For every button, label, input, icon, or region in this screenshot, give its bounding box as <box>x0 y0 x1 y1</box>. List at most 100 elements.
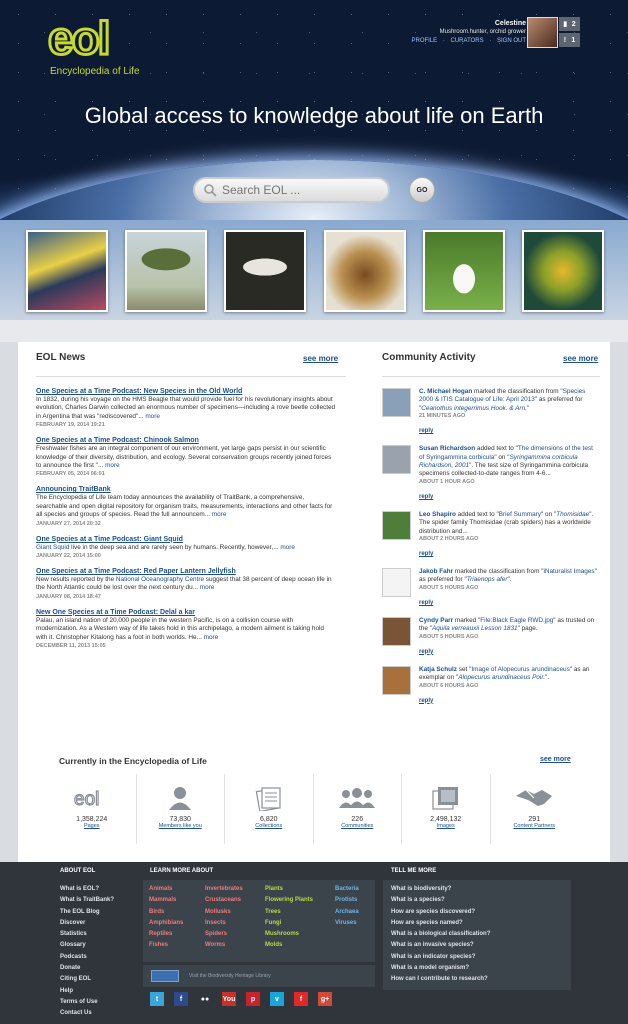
learn-link[interactable]: Birds <box>149 907 183 918</box>
learn-link[interactable]: Protists <box>335 895 359 906</box>
learn-link[interactable]: Plants <box>265 884 313 895</box>
user-name[interactable]: Celestine <box>495 20 526 27</box>
learn-link[interactable]: Bacteria <box>335 884 359 895</box>
learn-link[interactable]: Insects <box>205 918 243 929</box>
news-more-link[interactable]: more <box>145 413 160 420</box>
tell-link[interactable]: What is a model organism? <box>391 963 490 974</box>
news-item-title[interactable]: One Species at a Time Podcast: New Speci… <box>36 388 336 395</box>
activity-user-link[interactable]: Jakob Fahr <box>419 568 453 575</box>
learn-link[interactable]: Fishes <box>149 940 183 951</box>
learn-link[interactable]: Worms <box>205 940 243 951</box>
tell-link[interactable]: How are species named? <box>391 918 490 929</box>
activity-link[interactable]: Thomisidae <box>556 511 589 518</box>
activity-link[interactable]: Alopecurus arundinaceus Poir. <box>458 674 545 681</box>
reply-link[interactable]: reply <box>419 551 433 557</box>
reply-link[interactable]: reply <box>419 428 433 434</box>
activity-user-link[interactable]: C. Michael Hogan <box>419 388 472 395</box>
profile-link[interactable]: PROFILE <box>411 38 437 44</box>
twitter-icon[interactable]: t <box>150 992 164 1006</box>
news-item-title[interactable]: New One Species at a Time Podcast: Delal… <box>36 609 336 616</box>
pinterest-icon[interactable]: p <box>246 992 260 1006</box>
googleplus-icon[interactable]: g+ <box>318 992 332 1006</box>
learn-link[interactable]: Flowering Plants <box>265 895 313 906</box>
news-more-link[interactable]: more <box>204 634 219 641</box>
youtube-icon[interactable]: You <box>222 992 236 1006</box>
activity-link[interactable]: Aquila verreauxii Lesson 1831 <box>432 625 518 632</box>
activity-avatar[interactable] <box>382 445 411 475</box>
news-more-link[interactable]: more <box>280 544 295 551</box>
messages-badge[interactable]: ▮ 2 <box>559 17 580 31</box>
community-see-more-link[interactable]: see more <box>563 354 598 363</box>
footer-about-link[interactable]: Contact Us <box>60 1008 114 1019</box>
species-thumb-insect[interactable] <box>323 230 406 312</box>
news-body-link[interactable]: Giant Squid <box>36 544 69 551</box>
learn-link[interactable]: Mammals <box>149 895 183 906</box>
flipboard-icon[interactable]: f <box>294 992 308 1006</box>
footer-about-link[interactable]: The EOL Blog <box>60 907 114 918</box>
tell-link[interactable]: What is a species? <box>391 895 490 906</box>
species-thumb-tree[interactable] <box>125 230 208 312</box>
reply-link[interactable]: reply <box>419 494 433 500</box>
tell-link[interactable]: How are species discovered? <box>391 907 490 918</box>
activity-link[interactable]: Triaenops afer <box>467 576 508 583</box>
learn-link[interactable]: Reptiles <box>149 929 183 940</box>
tell-link[interactable]: How can I contribute to research? <box>391 974 490 985</box>
news-item-title[interactable]: One Species at a Time Podcast: Red Paper… <box>36 568 336 575</box>
tell-link[interactable]: What is an indicator species? <box>391 952 490 963</box>
activity-link[interactable]: Ceanothus integerrimus Hook. & Arn. <box>421 405 527 412</box>
news-item-title[interactable]: Announcing TraitBank <box>36 486 336 493</box>
learn-link[interactable]: Crustaceans <box>205 895 243 906</box>
bhl-link[interactable]: Visit the Biodiversity Heritage Library <box>143 965 375 987</box>
learn-link[interactable]: Spiders <box>205 929 243 940</box>
activity-link[interactable]: iNaturalist Images <box>543 568 594 575</box>
activity-user-link[interactable]: Susan Richardson <box>419 445 475 452</box>
stat-collections[interactable]: 6,820 Collections <box>225 774 314 844</box>
reply-link[interactable]: reply <box>419 649 433 655</box>
footer-about-link[interactable]: Statistics <box>60 929 114 940</box>
news-body-link[interactable]: National Oceanography Centre <box>116 576 204 583</box>
learn-link[interactable]: Amphibians <box>149 918 183 929</box>
learn-link[interactable]: Trees <box>265 907 313 918</box>
learn-link[interactable]: Invertebrates <box>205 884 243 895</box>
learn-link[interactable]: Mushrooms <box>265 929 313 940</box>
learn-link[interactable]: Archaea <box>335 907 359 918</box>
search-box[interactable] <box>193 177 390 203</box>
news-item-title[interactable]: One Species at a Time Podcast: Giant Squ… <box>36 536 336 543</box>
footer-about-link[interactable]: Terms of Use <box>60 997 114 1008</box>
news-more-link[interactable]: more <box>200 584 215 591</box>
user-avatar[interactable] <box>527 17 558 48</box>
search-go-button[interactable]: GO <box>409 177 435 203</box>
activity-user-link[interactable]: Leo Shapiro <box>419 511 456 518</box>
footer-about-link[interactable]: What is EOL? <box>60 884 114 895</box>
footer-about-link[interactable]: Help <box>60 986 114 997</box>
footer-about-link[interactable]: Donate <box>60 963 114 974</box>
stats-see-more-link[interactable]: see more <box>540 756 571 763</box>
activity-avatar[interactable] <box>382 510 411 540</box>
tell-link[interactable]: What is an invasive species? <box>391 940 490 951</box>
eol-logo[interactable]: eol <box>48 14 148 60</box>
stat-partners[interactable]: 291 Content Partners <box>491 774 579 844</box>
news-more-link[interactable]: more <box>212 511 227 518</box>
learn-link[interactable]: Molds <box>265 940 313 951</box>
footer-about-link[interactable]: Glossary <box>60 940 114 951</box>
species-thumb-bat[interactable] <box>224 230 307 312</box>
news-see-more-link[interactable]: see more <box>303 354 338 363</box>
activity-avatar[interactable] <box>382 388 411 417</box>
learn-link[interactable]: Mollusks <box>205 907 243 918</box>
alerts-badge[interactable]: ! 1 <box>559 33 580 47</box>
footer-about-link[interactable]: Discover <box>60 918 114 929</box>
vimeo-icon[interactable]: v <box>270 992 284 1006</box>
activity-avatar[interactable] <box>382 665 411 695</box>
activity-link[interactable]: Image of Alopecurus arundinaceus <box>471 666 569 673</box>
learn-link[interactable]: Animals <box>149 884 183 895</box>
activity-user-link[interactable]: Cyndy Parr <box>419 617 453 624</box>
stat-communities[interactable]: 226 Communities <box>314 774 402 844</box>
species-thumb-fish[interactable] <box>26 230 108 312</box>
footer-about-link[interactable]: Podcasts <box>60 952 114 963</box>
facebook-icon[interactable]: f <box>174 992 188 1006</box>
news-more-link[interactable]: more <box>105 462 120 469</box>
learn-link[interactable]: Viruses <box>335 918 359 929</box>
stat-pages[interactable]: eol 1,358,224 Pages <box>48 774 137 844</box>
curators-link[interactable]: CURATORS <box>451 38 484 44</box>
stat-images[interactable]: 2,498,132 Images <box>402 774 491 844</box>
